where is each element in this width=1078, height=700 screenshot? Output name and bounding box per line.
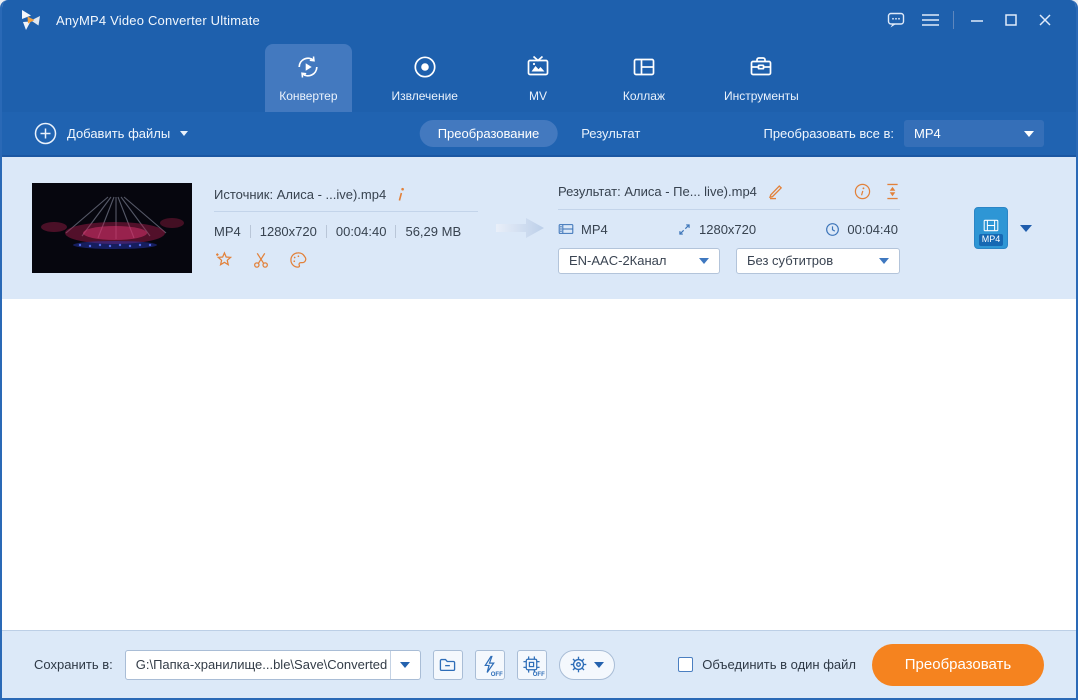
add-icon <box>34 122 57 145</box>
nav-tab-label: Инструменты <box>723 89 799 103</box>
gpu-off-label: OFF <box>532 671 545 678</box>
compress-icon[interactable] <box>885 183 900 200</box>
add-files-label: Добавить файлы <box>67 126 171 141</box>
chevron-down-icon <box>699 257 709 264</box>
minimize-button[interactable] <box>960 0 994 40</box>
rename-icon[interactable] <box>767 183 784 200</box>
source-size: 56,29 MB <box>405 223 462 239</box>
merge-group: Объединить в один файл <box>678 657 856 672</box>
save-path-dropdown[interactable] <box>389 650 420 679</box>
merge-checkbox[interactable] <box>678 657 694 672</box>
save-to-label: Сохранить в: <box>34 657 113 672</box>
convert-all-format-select[interactable]: MP4 <box>904 120 1044 147</box>
output-resolution: 1280x720 <box>699 221 757 237</box>
gear-icon <box>569 655 588 674</box>
flow-arrow-icon <box>494 215 546 241</box>
nav-tab-ripper[interactable]: Извлечение <box>378 44 472 112</box>
nav-tab-label: MV <box>528 89 547 103</box>
output-title: Результат: Алиса - Пе... live).mp4 <box>558 183 757 199</box>
collage-icon <box>630 52 658 82</box>
open-folder-button[interactable] <box>432 649 463 680</box>
file-list-empty-space <box>2 299 1076 630</box>
add-files-button[interactable]: Добавить файлы <box>34 122 189 145</box>
source-resolution: 1280x720 <box>259 223 317 239</box>
app-window: AnyMP4 Video Converter Ultimate Конверте… <box>0 0 1078 700</box>
chevron-down-icon <box>400 661 411 668</box>
output-format-group: MP4 <box>974 207 1032 249</box>
source-meta: MP4 1280x720 00:04:40 56,29 MB <box>214 224 478 239</box>
merge-label: Объединить в один файл <box>702 657 856 672</box>
output-block: Результат: Алиса - Пе... live).mp4 MP4 1… <box>558 183 900 274</box>
toolbox-icon <box>747 52 775 82</box>
cut-icon[interactable] <box>251 250 271 270</box>
format-chevron-down-icon[interactable] <box>1020 224 1032 232</box>
save-path-combo[interactable]: G:\Папка-хранилище...ble\Save\Converted <box>124 649 421 680</box>
record-icon <box>411 52 439 82</box>
app-title: AnyMP4 Video Converter Ultimate <box>56 12 260 28</box>
hardware-acceleration-button[interactable]: OFF <box>474 649 505 680</box>
video-thumbnail <box>32 183 192 273</box>
source-info-icon[interactable] <box>396 187 406 202</box>
save-path-value: G:\Папка-хранилище...ble\Save\Converted <box>135 657 388 672</box>
output-meta: MP4 1280x720 00:04:40 <box>558 222 900 237</box>
main-nav: Конвертер Извлечение MV Коллаж Инструмен… <box>2 40 1076 112</box>
tab-converted[interactable]: Результат <box>563 120 658 147</box>
nav-tab-label: Извлечение <box>391 89 458 103</box>
output-format-badge: MP4 <box>978 234 1004 246</box>
toolbar: Добавить файлы Преобразование Результат … <box>2 112 1076 155</box>
nav-tab-label: Коллаж <box>622 89 666 103</box>
chevron-down-icon <box>180 131 189 136</box>
gpu-acceleration-button[interactable]: OFF <box>516 649 547 680</box>
output-format-button[interactable]: MP4 <box>974 207 1008 249</box>
titlebar: AnyMP4 Video Converter Ultimate <box>2 0 1076 40</box>
settings-button[interactable] <box>558 649 615 680</box>
convert-all-group: Преобразовать все в: MP4 <box>763 120 1044 147</box>
app-logo-icon <box>18 7 44 33</box>
output-info-icon[interactable] <box>854 183 871 200</box>
source-title: Источник: Алиса - ...ive).mp4 <box>214 186 387 202</box>
subtitle-value: Без субтитров <box>747 253 834 268</box>
titlebar-divider <box>953 11 954 29</box>
content-area: Источник: Алиса - ...ive).mp4 MP4 1280x7… <box>2 155 1076 630</box>
chevron-down-icon <box>1024 130 1034 137</box>
mv-icon <box>524 52 552 82</box>
maximize-button[interactable] <box>994 0 1028 40</box>
subtitle-select[interactable]: Без субтитров <box>736 247 900 274</box>
tab-converting[interactable]: Преобразование <box>419 120 558 147</box>
hw-off-label: OFF <box>490 671 503 678</box>
feedback-icon[interactable] <box>879 0 913 40</box>
converter-icon <box>293 52 323 82</box>
source-block: Источник: Алиса - ...ive).mp4 MP4 1280x7… <box>214 187 478 270</box>
nav-tab-mv[interactable]: MV <box>498 44 578 112</box>
effect-palette-icon[interactable] <box>288 250 308 270</box>
nav-tab-toolbox[interactable]: Инструменты <box>710 44 813 112</box>
resolution-icon <box>677 222 692 237</box>
source-duration: 00:04:40 <box>335 223 387 239</box>
nav-tab-label: Конвертер <box>279 89 338 103</box>
duration-clock-icon <box>825 222 840 237</box>
audio-track-select[interactable]: EN-AAC-2Канал <box>558 247 720 274</box>
chevron-down-icon <box>879 257 889 264</box>
convert-button[interactable]: Преобразовать <box>872 643 1044 686</box>
nav-tab-converter[interactable]: Конвертер <box>265 44 352 112</box>
source-divider <box>214 210 478 212</box>
close-button[interactable] <box>1028 0 1062 40</box>
output-duration: 00:04:40 <box>847 221 898 237</box>
convert-all-format-value: MP4 <box>914 126 941 141</box>
bottombar: Сохранить в: G:\Папка-хранилище...ble\Sa… <box>2 630 1076 698</box>
output-format: MP4 <box>581 221 608 237</box>
file-row[interactable]: Источник: Алиса - ...ive).mp4 MP4 1280x7… <box>2 157 1076 299</box>
audio-track-value: EN-AAC-2Канал <box>569 253 667 268</box>
output-divider <box>558 208 900 210</box>
menu-icon[interactable] <box>913 0 947 40</box>
source-format: MP4 <box>214 223 241 239</box>
chevron-down-icon <box>594 661 605 668</box>
format-film-icon <box>558 222 574 236</box>
convert-all-label: Преобразовать все в: <box>763 126 894 141</box>
nav-tab-collage[interactable]: Коллаж <box>604 44 684 112</box>
edit-effects-icon[interactable] <box>214 250 234 270</box>
view-tabs: Преобразование Результат <box>419 120 659 147</box>
